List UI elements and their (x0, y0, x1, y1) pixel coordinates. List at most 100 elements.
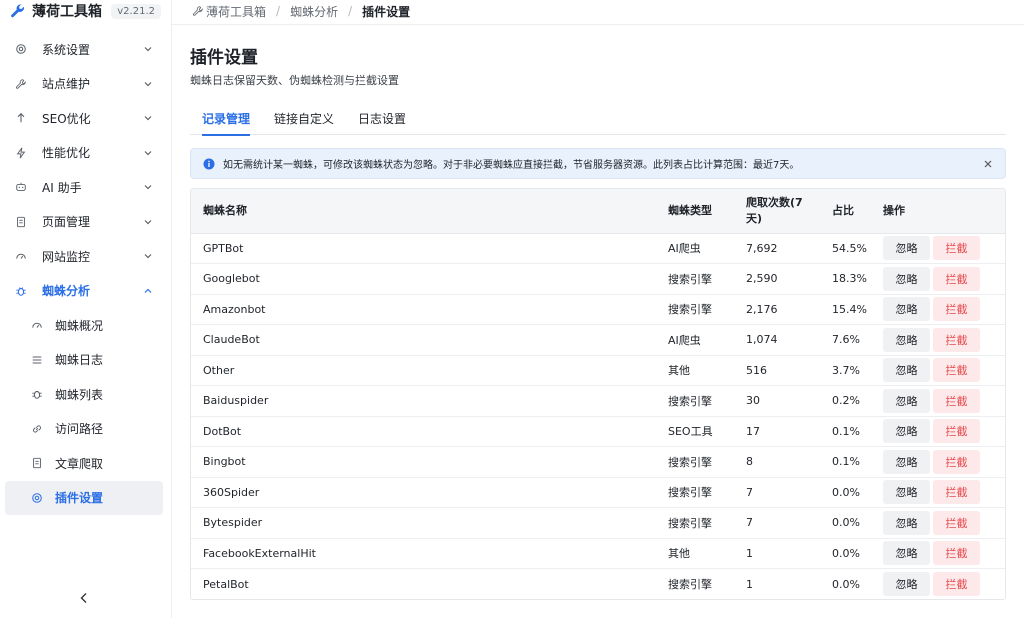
spider-name-cell: Googlebot (191, 263, 656, 295)
column-header-ops: 操作 (883, 189, 1005, 234)
block-button[interactable]: 拦截 (933, 236, 980, 261)
spider-name-cell: Baiduspider (191, 385, 656, 417)
sidebar-subitem-label: 访问路径 (55, 422, 104, 437)
ignore-button[interactable]: 忽略 (883, 510, 930, 535)
sidebar-item-seo[interactable]: SEO优化 (0, 101, 171, 136)
ignore-button[interactable]: 忽略 (883, 297, 930, 322)
breadcrumb-parent[interactable]: 蜘蛛分析 (290, 3, 338, 20)
block-button[interactable]: 拦截 (933, 388, 980, 413)
ignore-button[interactable]: 忽略 (883, 541, 930, 566)
breadcrumb-current: 插件设置 (362, 4, 411, 19)
crawl-count-cell: 7 (734, 477, 820, 508)
sidebar-item-site-monitoring[interactable]: 网站监控 (0, 239, 171, 274)
table-row: FacebookExternalHit 其他 1 0.0% 忽略 拦截 (191, 538, 1005, 569)
ignore-button[interactable]: 忽略 (883, 327, 930, 352)
sidebar-subitem-label: 蜘蛛日志 (55, 353, 104, 368)
sidebar-subitem-article-crawl[interactable]: 文章爬取 (5, 446, 163, 481)
ratio-cell: 0.2% (820, 385, 883, 417)
ignore-button[interactable]: 忽略 (883, 266, 930, 291)
breadcrumb: 薄荷工具箱 / 蜘蛛分析 / 插件设置 (172, 0, 1024, 25)
sidebar-item-site-maintenance[interactable]: 站点维护 (0, 67, 171, 102)
spider-name-cell: DotBot (191, 416, 656, 447)
page-subtitle: 蜘蛛日志保留天数、伪蜘蛛检测与拦截设置 (190, 74, 399, 87)
actions-cell: 忽略 拦截 (883, 477, 1005, 508)
ignore-button[interactable]: 忽略 (883, 236, 930, 261)
sidebar-subitem-spider-overview[interactable]: 蜘蛛概况 (5, 308, 163, 343)
tab-link-custom[interactable]: 链接自定义 (262, 110, 346, 135)
block-button[interactable]: 拦截 (933, 419, 980, 444)
sidebar-item-label: SEO优化 (42, 111, 91, 126)
ratio-cell: 0.0% (820, 507, 883, 539)
sidebar-item-performance[interactable]: 性能优化 (0, 136, 171, 171)
ignore-button[interactable]: 忽略 (883, 449, 930, 474)
spider-name-cell: PetalBot (203, 577, 249, 591)
actions-cell: 忽略 拦截 (883, 355, 1005, 386)
ignore-button[interactable]: 忽略 (883, 419, 930, 444)
crawl-count-cell: 7 (734, 507, 820, 539)
ratio-cell: 54.5% (820, 233, 883, 264)
sidebar-item-page-management[interactable]: 页面管理 (0, 205, 171, 240)
gauge-icon (14, 249, 28, 263)
bolt-icon (14, 146, 28, 160)
ratio-cell: 0.0% (832, 577, 860, 591)
block-button[interactable]: 拦截 (933, 510, 980, 535)
ratio-cell: 0.0% (820, 477, 883, 508)
table-row: DotBot SEO工具 17 0.1% 忽略 拦截 (191, 416, 1005, 447)
block-button[interactable]: 拦截 (933, 266, 980, 291)
info-notice: 如无需统计某一蜘蛛，可修改该蜘蛛状态为忽略。对于非必要蜘蛛应直接拦截，节省服务器… (190, 148, 1006, 179)
chevron-down-icon (143, 148, 153, 158)
actions-cell: 忽略 拦截 (883, 324, 1005, 356)
block-button[interactable]: 拦截 (933, 572, 980, 596)
block-button[interactable]: 拦截 (933, 541, 980, 566)
page-icon (14, 215, 28, 229)
bug-icon (31, 388, 43, 400)
crawl-count-cell: 2,176 (734, 294, 820, 325)
ignore-button[interactable]: 忽略 (883, 480, 930, 505)
sidebar-subitem-access-path[interactable]: 访问路径 (5, 412, 163, 447)
wrench-icon (192, 5, 204, 17)
sidebar-subitem-plugin-settings[interactable]: 插件设置 (5, 480, 163, 515)
link-icon (31, 423, 43, 435)
crawl-count-cell: 1,074 (734, 324, 820, 356)
table-header-row: 蜘蛛名称 蜘蛛类型 爬取次数(7天) 占比 操作 (191, 189, 1005, 234)
block-button[interactable]: 拦截 (933, 327, 980, 352)
wrench-icon (10, 3, 26, 19)
sidebar-subitem-spider-log[interactable]: 蜘蛛日志 (5, 343, 163, 378)
actions-cell: 忽略 拦截 (883, 538, 1005, 569)
breadcrumb-separator: / (276, 4, 281, 18)
table-row: Amazonbot 搜索引擎 2,176 15.4% 忽略 拦截 (191, 294, 1005, 325)
sidebar-item-spider-analysis[interactable]: 蜘蛛分析 (0, 274, 171, 309)
spider-type-cell: 搜索引擎 (656, 507, 734, 539)
chevron-up-icon (143, 286, 153, 296)
collapse-sidebar-icon[interactable] (76, 590, 92, 606)
version-badge: v2.21.2 (111, 3, 161, 19)
spider-type-cell: 搜索引擎 (656, 294, 734, 325)
ignore-button[interactable]: 忽略 (883, 358, 930, 383)
ignore-button[interactable]: 忽略 (883, 388, 930, 413)
crawl-count-cell: 516 (734, 355, 820, 386)
sidebar-subitem-label: 蜘蛛概况 (55, 318, 104, 333)
ratio-cell: 0.0% (820, 538, 883, 569)
breadcrumb-root[interactable]: 薄荷工具箱 (206, 3, 266, 20)
sidebar-item-ai-assistant[interactable]: AI 助手 (0, 170, 171, 205)
block-button[interactable]: 拦截 (933, 449, 980, 474)
list-icon (31, 354, 43, 366)
spider-type-cell: 搜索引擎 (656, 477, 734, 508)
actions-cell: 忽略 拦截 (883, 446, 1005, 478)
ratio-cell: 18.3% (820, 263, 883, 295)
close-icon[interactable] (983, 159, 993, 169)
block-button[interactable]: 拦截 (933, 297, 980, 322)
block-button[interactable]: 拦截 (933, 480, 980, 505)
tab-record-management[interactable]: 记录管理 (190, 110, 262, 136)
spider-type-cell: 其他 (656, 538, 734, 569)
block-button[interactable]: 拦截 (933, 358, 980, 383)
sidebar-item-system-settings[interactable]: 系统设置 (0, 32, 171, 67)
ignore-button[interactable]: 忽略 (883, 572, 930, 596)
bug-icon (14, 284, 28, 298)
tab-log-settings[interactable]: 日志设置 (346, 110, 418, 135)
gauge-icon (31, 319, 43, 331)
column-header-name: 蜘蛛名称 (191, 189, 656, 234)
ratio-cell: 0.1% (820, 446, 883, 478)
table-row: Googlebot 搜索引擎 2,590 18.3% 忽略 拦截 (191, 263, 1005, 295)
sidebar-subitem-spider-list[interactable]: 蜘蛛列表 (5, 377, 163, 412)
